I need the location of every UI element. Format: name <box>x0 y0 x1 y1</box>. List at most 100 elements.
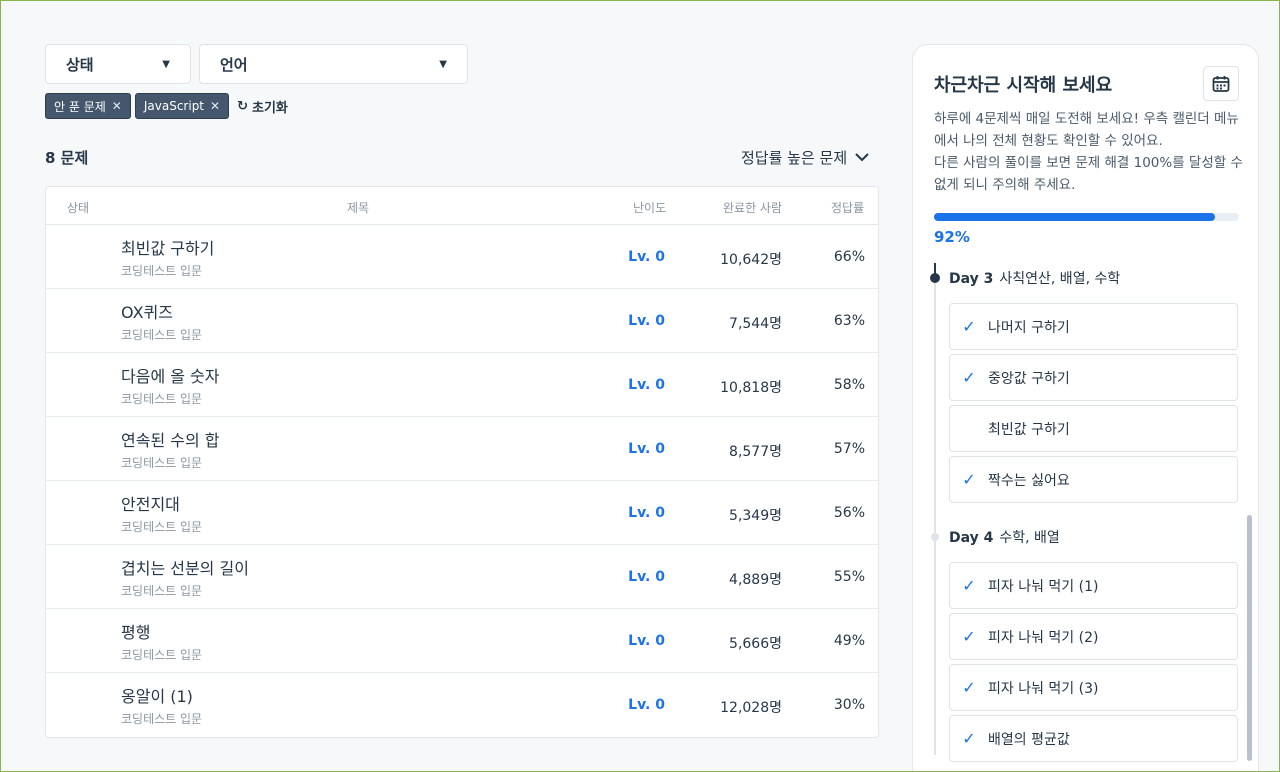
progress-fill <box>934 213 1215 221</box>
description-line-1: 하루에 4문제씩 매일 도전해 보세요! 우측 캘린더 메뉴에서 나의 전체 현… <box>934 111 1239 149</box>
problem-table: 상태 제목 난이도 완료한 사람 정답률 최빈값 구하기코딩테스트 입문 Lv. … <box>45 186 879 738</box>
refresh-icon: ↻ <box>237 98 248 114</box>
reset-filters-button[interactable]: ↻ 초기화 <box>237 97 288 116</box>
problem-title[interactable]: 옹알이 (1) <box>121 683 193 707</box>
study-plan-panel: 차근차근 시작해 보세요 하루에 4문제씩 매일 도전해 보세요! 우측 캘린더… <box>912 44 1259 772</box>
close-icon[interactable]: ✕ <box>210 99 220 113</box>
problem-title[interactable]: 최빈값 구하기 <box>121 235 214 259</box>
success-rate: 66% <box>833 249 865 265</box>
completed-count: 10,818명 <box>720 380 782 396</box>
caret-down-icon: ▼ <box>439 58 447 70</box>
problem-category: 코딩테스트 입문 <box>121 584 203 598</box>
description-line-2: 다른 사람의 풀이를 보면 문제 해결 100%를 달성할 수 없게 되니 주의… <box>934 155 1243 193</box>
problem-category: 코딩테스트 입문 <box>121 456 203 470</box>
table-row[interactable]: 안전지대코딩테스트 입문 Lv. 0 5,349명 56% <box>46 481 878 545</box>
completed-count: 4,889명 <box>729 572 782 588</box>
language-dropdown[interactable]: 언어 ▼ <box>199 44 468 84</box>
task-name: 나머지 구하기 <box>988 319 1070 336</box>
sort-label: 정답률 높은 문제 <box>741 149 848 167</box>
filter-chip-javascript[interactable]: JavaScript ✕ <box>134 93 230 119</box>
filter-chip-unsolved[interactable]: 안 푼 문제 ✕ <box>45 93 131 119</box>
task-item[interactable]: ✓ 나머지 구하기 <box>949 303 1238 350</box>
check-icon: ✓ <box>962 470 976 489</box>
problem-category: 코딩테스트 입문 <box>121 328 203 342</box>
language-dropdown-label: 언어 <box>220 55 248 74</box>
problem-level: Lv. 0 <box>628 569 665 585</box>
problem-category: 코딩테스트 입문 <box>121 264 203 278</box>
problem-level: Lv. 0 <box>628 249 665 265</box>
problem-title[interactable]: 연속된 수의 합 <box>121 427 220 451</box>
task-name: 배열의 평균값 <box>988 731 1070 748</box>
success-rate: 56% <box>833 505 865 521</box>
success-rate: 57% <box>833 441 865 457</box>
status-dropdown[interactable]: 상태 ▼ <box>45 44 191 84</box>
chip-label: JavaScript <box>143 99 205 113</box>
table-row[interactable]: 연속된 수의 합코딩테스트 입문 Lv. 0 8,577명 57% <box>46 417 878 481</box>
table-row[interactable]: 평행 코딩테스트 입문 Lv. 0 5,666명 49% <box>46 609 878 673</box>
problem-level: Lv. 0 <box>628 697 665 713</box>
timeline-line <box>934 263 936 755</box>
column-completed: 완료한 사람 <box>723 201 783 215</box>
completed-count: 8,577명 <box>729 444 782 460</box>
table-row[interactable]: OX퀴즈코딩테스트 입문 Lv. 0 7,544명 63% <box>46 289 878 353</box>
sort-dropdown[interactable]: 정답률 높은 문제 <box>741 147 869 168</box>
task-item[interactable]: ✓ 피자 나눠 먹기 (2) <box>949 613 1238 660</box>
problem-level: Lv. 0 <box>628 505 665 521</box>
chevron-down-icon <box>855 153 869 162</box>
check-icon: ✓ <box>962 317 976 336</box>
completed-count: 5,666명 <box>729 636 782 652</box>
table-row[interactable]: 겹치는 선분의 길이코딩테스트 입문 Lv. 0 4,889명 55% <box>46 545 878 609</box>
problem-title[interactable]: 안전지대 <box>121 491 180 515</box>
problem-title[interactable]: OX퀴즈 <box>121 299 173 323</box>
scrollbar[interactable] <box>1247 515 1252 761</box>
column-status: 상태 <box>67 201 90 215</box>
table-row[interactable]: 옹알이 (1) 코딩테스트 입문 Lv. 0 12,028명 30% <box>46 673 878 737</box>
task-name: 중앙값 구하기 <box>988 370 1070 387</box>
task-name: 피자 나눠 먹기 (3) <box>988 680 1099 697</box>
completed-count: 5,349명 <box>729 508 782 524</box>
day-header: Day 4 수학, 배열 <box>949 527 1060 547</box>
task-name: 피자 나눠 먹기 (1) <box>988 578 1099 595</box>
problem-title[interactable]: 다음에 올 숫자 <box>121 363 220 387</box>
problem-level: Lv. 0 <box>628 377 665 393</box>
status-dropdown-label: 상태 <box>66 55 94 74</box>
close-icon[interactable]: ✕ <box>112 99 122 113</box>
timeline-dot-active <box>930 273 940 283</box>
calendar-icon <box>1212 75 1230 92</box>
problem-level: Lv. 0 <box>628 313 665 329</box>
day-label: Day 3 <box>949 271 994 287</box>
completed-count: 7,544명 <box>729 316 782 332</box>
problem-title[interactable]: 평행 <box>121 619 150 643</box>
check-icon: ✓ <box>962 729 976 748</box>
task-item[interactable]: ✓ 배열의 평균값 <box>949 715 1238 762</box>
success-rate: 30% <box>833 697 865 713</box>
panel-title: 차근차근 시작해 보세요 <box>934 75 1113 96</box>
problem-level: Lv. 0 <box>628 441 665 457</box>
success-rate: 63% <box>833 313 865 329</box>
problem-title[interactable]: 겹치는 선분의 길이 <box>121 555 249 579</box>
table-row[interactable]: 최빈값 구하기 코딩테스트 입문 Lv. 0 10,642명 66% <box>46 225 878 289</box>
task-item[interactable]: 최빈값 구하기 <box>949 405 1238 452</box>
check-icon: ✓ <box>962 678 976 697</box>
task-item[interactable]: ✓ 피자 나눠 먹기 (1) <box>949 562 1238 609</box>
problem-count: 8 문제 <box>45 149 89 167</box>
progress-bar <box>934 213 1239 221</box>
success-rate: 58% <box>833 377 865 393</box>
calendar-button[interactable] <box>1203 66 1239 101</box>
day-label: Day 4 <box>949 530 994 546</box>
success-rate: 55% <box>833 569 865 585</box>
check-icon: ✓ <box>962 576 976 595</box>
completed-count: 12,028명 <box>720 700 782 716</box>
task-item[interactable]: ✓ 중앙값 구하기 <box>949 354 1238 401</box>
column-rate: 정답률 <box>831 201 865 215</box>
task-item[interactable]: ✓ 짝수는 싫어요 <box>949 456 1238 503</box>
table-row[interactable]: 다음에 올 숫자 코딩테스트 입문 Lv. 0 10,818명 58% <box>46 353 878 417</box>
day-topics: 수학, 배열 <box>999 530 1060 546</box>
problem-category: 코딩테스트 입문 <box>121 520 203 534</box>
column-level: 난이도 <box>633 201 667 215</box>
task-item[interactable]: ✓ 피자 나눠 먹기 (3) <box>949 664 1238 711</box>
filter-chips: 안 푼 문제 ✕ JavaScript ✕ ↻ 초기화 <box>45 93 288 119</box>
task-name: 짝수는 싫어요 <box>988 472 1070 489</box>
table-header: 상태 제목 난이도 완료한 사람 정답률 <box>46 187 878 225</box>
problem-level: Lv. 0 <box>628 633 665 649</box>
